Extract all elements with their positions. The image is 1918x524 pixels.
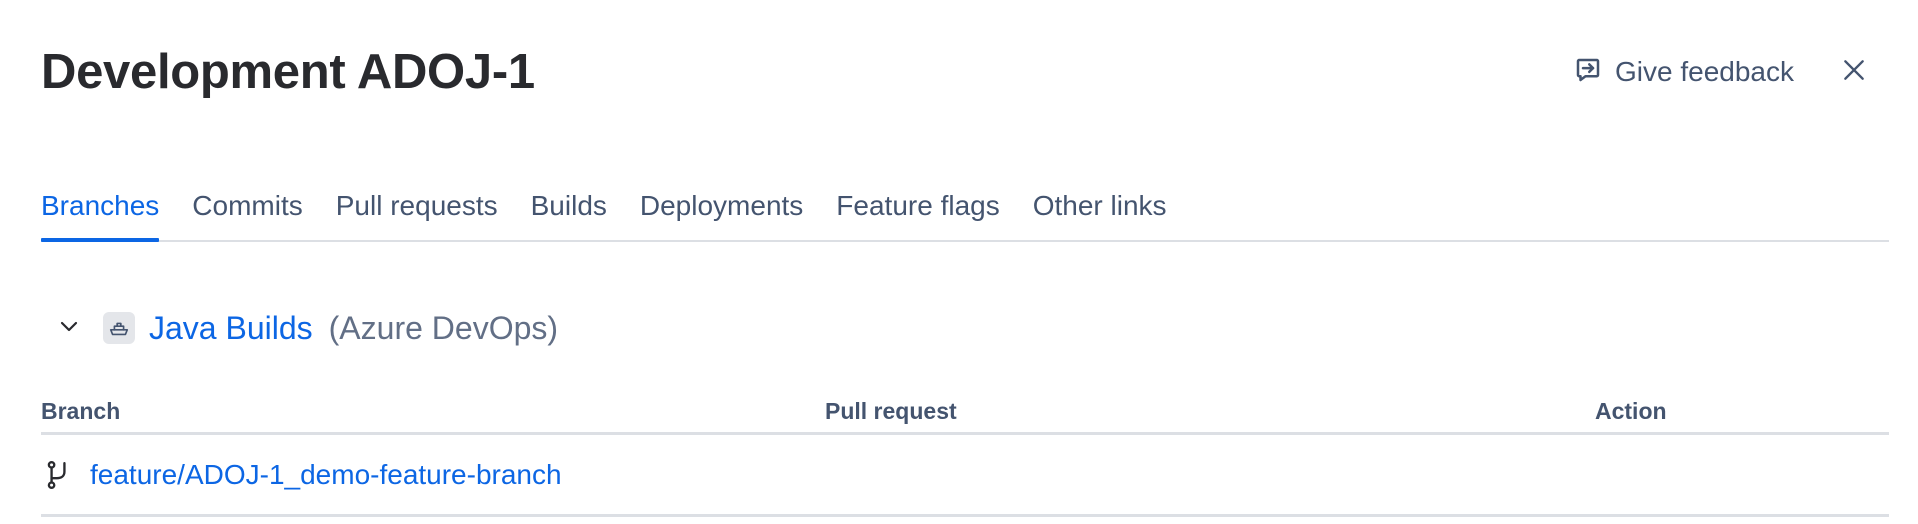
branch-icon [43, 459, 73, 491]
header-actions: Give feedback [1569, 50, 1874, 94]
column-header-branch: Branch [41, 397, 121, 424]
page-title: Development ADOJ-1 [41, 45, 535, 99]
provider-label: (Azure DevOps) [328, 309, 559, 346]
collapse-toggle[interactable] [47, 306, 91, 350]
close-button[interactable] [1834, 52, 1874, 92]
ship-icon [103, 312, 135, 344]
tab-feature-flags[interactable]: Feature flags [836, 184, 999, 234]
close-icon [1841, 57, 1867, 88]
column-header-pull-request: Pull request [825, 397, 957, 424]
repository-group-header: Java Builds (Azure DevOps) [41, 306, 558, 350]
repository-link[interactable]: Java Builds [149, 310, 313, 347]
tab-commits[interactable]: Commits [192, 184, 302, 234]
tab-deployments[interactable]: Deployments [640, 184, 803, 234]
development-panel: Development ADOJ-1 Give feedback Branche… [0, 0, 1918, 524]
tab-branches[interactable]: Branches [41, 184, 160, 242]
branch-cell: feature/ADOJ-1_demo-feature-branch [41, 459, 825, 491]
tab-pull-requests[interactable]: Pull requests [336, 184, 498, 234]
table-header: Branch Pull request Action [41, 390, 1889, 435]
column-header-action: Action [1595, 397, 1667, 424]
branches-table: Branch Pull request Action feature/ADOJ-… [41, 390, 1889, 517]
tab-builds[interactable]: Builds [531, 184, 607, 234]
give-feedback-button[interactable]: Give feedback [1569, 50, 1798, 94]
tab-other-links[interactable]: Other links [1033, 184, 1167, 234]
branch-link[interactable]: feature/ADOJ-1_demo-feature-branch [90, 459, 562, 491]
give-feedback-label: Give feedback [1615, 56, 1794, 87]
tab-list: Branches Commits Pull requests Builds De… [41, 184, 1889, 242]
table-row: feature/ADOJ-1_demo-feature-branch [41, 435, 1889, 517]
feedback-icon [1573, 55, 1603, 90]
chevron-down-icon [57, 314, 81, 343]
